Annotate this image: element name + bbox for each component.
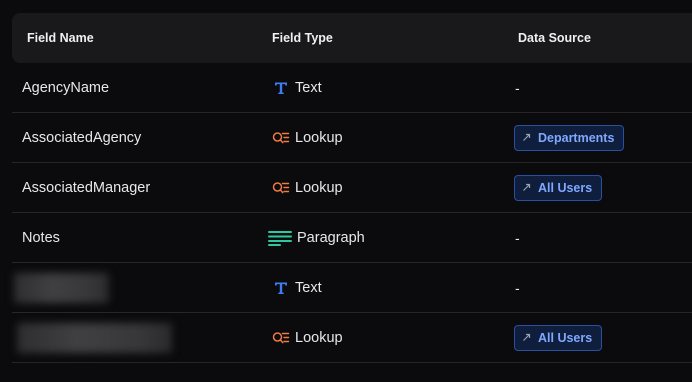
table-row[interactable]: AssociatedManager Lookup All Users: [12, 163, 692, 213]
field-name-redacted: [14, 263, 109, 312]
field-type-cell: Text: [272, 63, 322, 112]
field-type-label: Paragraph: [297, 229, 365, 246]
external-link-icon: [521, 133, 531, 143]
data-source-badge[interactable]: Departments: [514, 124, 625, 151]
table-row[interactable]: Notes Paragraph -: [12, 213, 692, 263]
paragraph-icon: [268, 230, 292, 246]
field-type-cell: Lookup: [272, 313, 343, 362]
text-t-icon: [272, 80, 290, 96]
fields-table: Field Name Field Type Data Source Agency…: [12, 13, 692, 363]
field-type-label: Text: [295, 79, 322, 96]
data-source-badge[interactable]: All Users: [514, 174, 603, 201]
text-t-icon: [272, 280, 290, 296]
data-source-cell: Departments: [514, 113, 625, 162]
field-type-label: Text: [295, 279, 322, 296]
external-link-icon: [521, 333, 531, 343]
lookup-icon: [272, 330, 290, 346]
field-type-cell: Lookup: [272, 163, 343, 212]
field-type-cell: Text: [272, 263, 322, 312]
field-name: AssociatedManager: [22, 179, 151, 196]
field-type-cell: Paragraph: [268, 213, 365, 262]
field-type-label: Lookup: [295, 179, 343, 196]
field-name-redacted: [17, 313, 172, 362]
field-name: AgencyName: [22, 79, 110, 96]
table-row[interactable]: Text -: [12, 263, 692, 313]
data-source-badge-label: All Users: [538, 330, 593, 345]
data-source-cell: All Users: [514, 313, 603, 362]
lookup-icon: [272, 130, 290, 146]
field-name: AssociatedAgency: [22, 129, 142, 146]
column-header-field-name[interactable]: Field Name: [27, 13, 94, 63]
field-type-label: Lookup: [295, 329, 343, 346]
data-source-empty: -: [515, 79, 520, 96]
column-header-field-type[interactable]: Field Type: [272, 13, 333, 63]
field-name: Notes: [22, 229, 60, 246]
table-row[interactable]: AssociatedAgency Lookup Departments: [12, 113, 692, 163]
data-source-empty: -: [515, 279, 520, 296]
table-row[interactable]: AgencyName Text -: [12, 63, 692, 113]
redacted-text: [14, 272, 109, 303]
column-header-data-source[interactable]: Data Source: [518, 13, 591, 63]
data-source-badge-label: Departments: [538, 130, 615, 145]
external-link-icon: [521, 183, 531, 193]
lookup-icon: [272, 180, 290, 196]
redacted-text: [17, 322, 172, 353]
data-source-empty: -: [515, 229, 520, 246]
data-source-cell: All Users: [514, 163, 603, 212]
data-source-badge-label: All Users: [538, 180, 593, 195]
field-type-cell: Lookup: [272, 113, 343, 162]
table-row[interactable]: Lookup All Users: [12, 313, 692, 363]
data-source-badge[interactable]: All Users: [514, 324, 603, 351]
table-header: Field Name Field Type Data Source: [12, 13, 692, 63]
field-type-label: Lookup: [295, 129, 343, 146]
